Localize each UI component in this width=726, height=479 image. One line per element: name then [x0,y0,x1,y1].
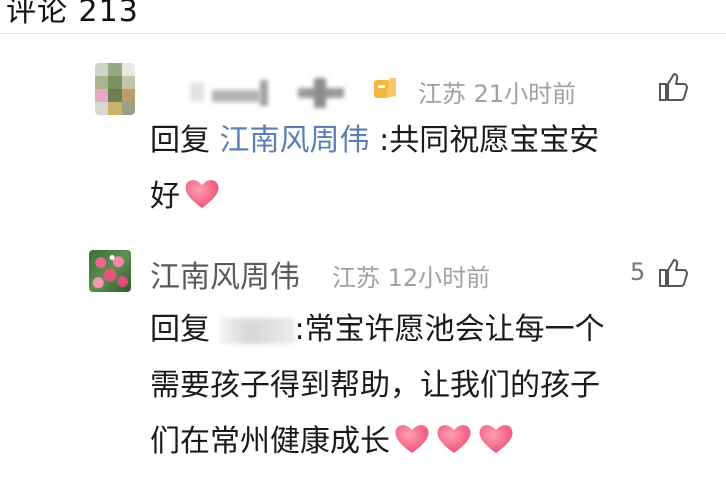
time-text: 21小时前 [473,80,577,108]
comment-body: 回复 江南风周伟 :共同祝愿宝宝安 好 [150,113,599,225]
comment-meta: 江苏 21小时前 [418,74,576,109]
time-text: 12小时前 [387,264,491,292]
comment-author-name[interactable]: 江南风周伟 [150,252,300,296]
heart-emoji-icon [185,180,219,208]
comment-text-line1: :共同祝愿宝宝安 [369,123,600,158]
like-count: 5 [630,258,646,286]
reply-target-blurred[interactable] [219,317,295,344]
comment-text-line1: :常宝许愿池会让每一个 [294,312,605,347]
thumbs-up-icon[interactable] [656,70,690,104]
comment-meta: 江苏 12小时前 [332,258,490,293]
reply-target-link[interactable]: 江南风周伟 [220,123,370,158]
avatar[interactable] [95,63,135,115]
thumbs-up-icon[interactable] [656,256,690,290]
avatar[interactable] [89,250,131,292]
heart-emoji-icon [437,425,471,453]
comment-text-line2: 好 [150,179,180,214]
heart-emoji-icon [395,425,429,453]
heart-emoji-icon [479,425,513,453]
comment-body: 回复 :常宝许愿池会让每一个 需要孩子得到帮助，让我们的孩子 们在常州健康成长 [150,302,605,470]
username-blurred[interactable] [190,72,350,112]
comment-text-line2: 需要孩子得到帮助，让我们的孩子 [150,368,600,403]
comments-count-header: 评论 213 [6,0,139,29]
divider [0,33,726,34]
location-text: 江苏 [418,80,466,108]
reply-prefix: 回复 [150,312,210,347]
level-badge-icon [374,78,396,98]
comment-text-line3: 们在常州健康成长 [150,424,390,459]
location-text: 江苏 [332,264,380,292]
reply-prefix: 回复 [150,123,210,158]
